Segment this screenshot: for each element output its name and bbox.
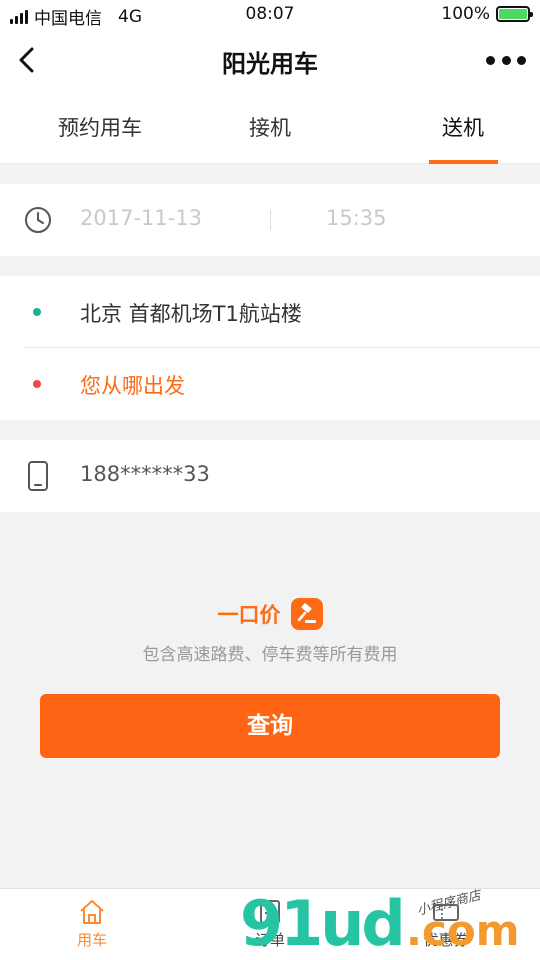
tab-reservation[interactable]: 预约用车 (10, 90, 190, 164)
bottom-tab-bar: 用车 订单 优惠券 (0, 888, 540, 960)
status-bar: 中国电信 4G 08:07 100% (0, 0, 540, 30)
pickup-location: 北京 首都机场T1航站楼 (80, 302, 302, 326)
tabbar-item-coupons[interactable]: 优惠券 (386, 897, 506, 950)
fixed-price-label: 一口价 (217, 603, 281, 627)
clock-icon (25, 207, 51, 233)
price-info: 一口价 (0, 598, 540, 630)
tabbar-label-coupons: 优惠券 (423, 931, 469, 949)
phone-number: 188******33 (80, 462, 210, 486)
battery-percent: 100% (441, 4, 490, 24)
pickup-location-row[interactable]: 北京 首都机场T1航站楼 (0, 276, 540, 348)
tabbar-label-orders: 订单 (254, 931, 285, 949)
tabbar-label-car: 用车 (76, 931, 107, 949)
destination-dot-icon (33, 380, 41, 388)
nav-bar: 阳光用车 (0, 30, 540, 90)
phone-row[interactable]: 188******33 (0, 440, 540, 512)
pickup-dot-icon (33, 308, 41, 316)
phone-icon (28, 461, 48, 491)
time-selector[interactable]: 2017-11-13 15:35 (0, 184, 540, 256)
tab-airport-pickup[interactable]: 接机 (180, 90, 360, 164)
active-tab-indicator (429, 160, 498, 164)
coupon-icon (433, 904, 459, 921)
tabbar-item-orders[interactable]: 订单 (210, 897, 330, 950)
price-description: 包含高速路费、停车费等所有费用 (142, 645, 398, 665)
tabbar-item-car[interactable]: 用车 (32, 897, 152, 950)
page-title: 阳光用车 (222, 50, 318, 78)
departure-time[interactable]: 15:35 (326, 206, 387, 230)
tab-airport-dropoff[interactable]: 送机 (373, 90, 540, 164)
gavel-icon (290, 598, 323, 630)
query-button[interactable]: 查询 (40, 694, 500, 758)
route-card: 北京 首都机场T1航站楼 您从哪出发 (0, 276, 540, 420)
time-divider (270, 210, 271, 230)
service-tabs: 预约用车 接机 送机 (0, 90, 540, 164)
home-icon (80, 900, 104, 924)
destination-location-row[interactable]: 您从哪出发 (0, 348, 540, 420)
order-icon (260, 900, 280, 924)
departure-date[interactable]: 2017-11-13 (80, 206, 202, 230)
more-options-icon[interactable] (486, 52, 526, 68)
battery-fill (499, 9, 527, 19)
battery-icon (496, 6, 533, 22)
destination-placeholder: 您从哪出发 (80, 374, 185, 398)
status-right: 100% (441, 4, 533, 24)
